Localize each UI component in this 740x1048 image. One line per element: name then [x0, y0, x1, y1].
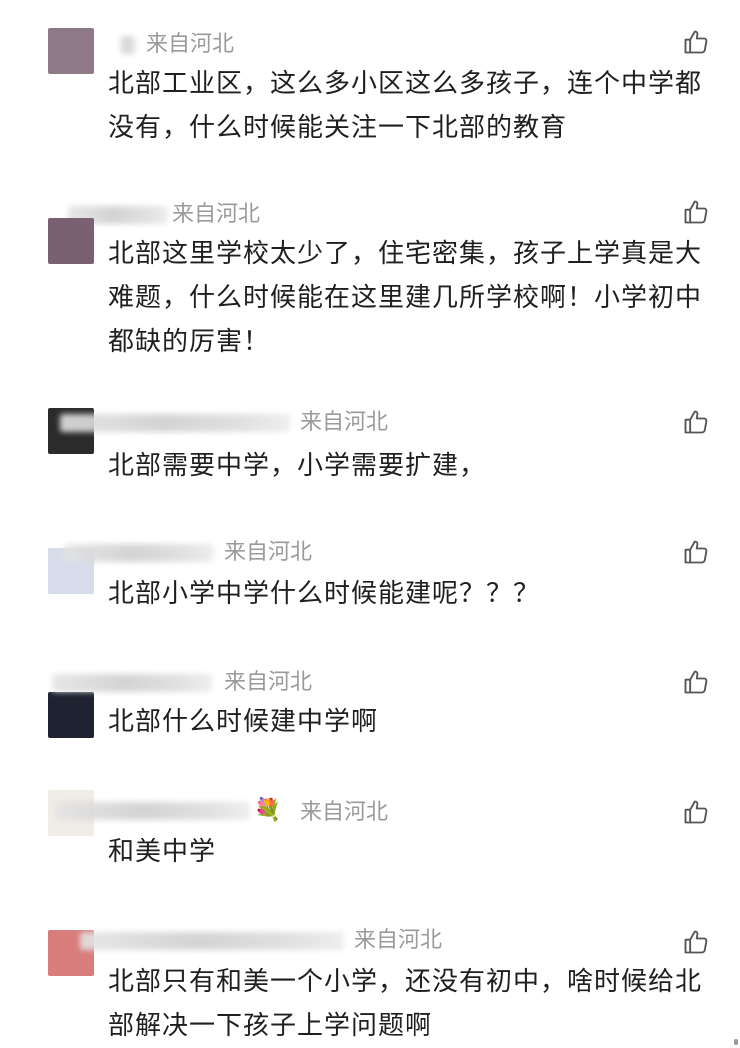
username-blurred[interactable]	[80, 932, 344, 950]
scrollbar-indicator[interactable]	[734, 1039, 738, 1045]
thumbs-up-icon[interactable]	[682, 928, 710, 956]
comment-text: 北部只有和美一个小学，还没有初中，啥时候给北部解决一下孩子上学问题啊	[108, 967, 703, 1041]
comment-item: 来自河北 北部只有和美一个小学，还没有初中，啥时候给北部解决一下孩子上学问题啊	[0, 0, 740, 1047]
location-label: 来自河北	[354, 928, 443, 953]
